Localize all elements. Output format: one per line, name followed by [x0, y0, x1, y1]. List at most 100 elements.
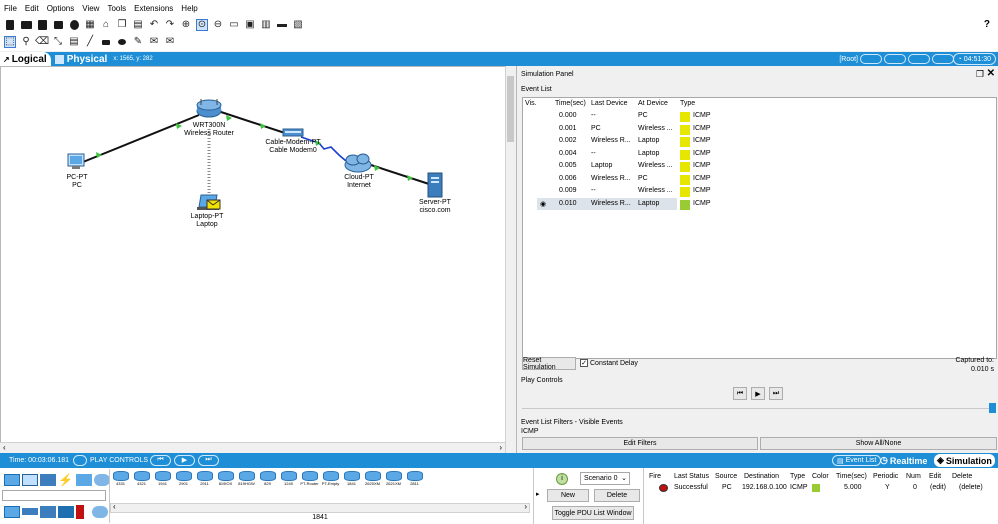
model-819hgw[interactable]: 819HGW	[237, 471, 256, 489]
speed-slider-track[interactable]	[522, 408, 995, 409]
logical-workspace[interactable]: WRT300N Wireless Router Cable-Modem-PT Cab…	[0, 66, 516, 453]
open-folder-icon[interactable]	[20, 19, 32, 31]
drawing-palette-icon[interactable]: ▭	[228, 19, 240, 31]
subcategory-routers-icon[interactable]	[4, 506, 20, 518]
power-cycle-icon[interactable]	[73, 455, 87, 466]
category-misc-icon[interactable]	[76, 474, 92, 486]
event-row[interactable]: 0.000 -- PC ICMP	[523, 110, 996, 122]
model-2901[interactable]: 2901	[174, 471, 193, 489]
freeform-icon[interactable]: ✎	[132, 36, 144, 48]
edit-filters-button[interactable]: Edit Filters	[522, 437, 758, 450]
event-row[interactable]: 0.006 Wireless R... PC ICMP	[523, 173, 996, 185]
event-row[interactable]: 0.009 -- Wireless ... ICMP	[523, 185, 996, 197]
model-2620xm[interactable]: 2620XM	[363, 471, 382, 489]
cloud-icon[interactable]	[344, 153, 372, 173]
activity-wizard-icon[interactable]: ⌂	[100, 19, 112, 31]
custom-devices-icon[interactable]: ▦	[84, 19, 96, 31]
model-pt-router[interactable]: PT-Router	[300, 471, 319, 489]
model-1240[interactable]: 1240	[279, 471, 298, 489]
add-simple-pdu-icon[interactable]: ✉	[148, 36, 160, 48]
event-row[interactable]: 0.005 Laptop Wireless ... ICMP	[523, 160, 996, 172]
model-scroll-right-icon[interactable]: ›	[524, 502, 527, 511]
server-icon[interactable]	[427, 172, 443, 198]
model-1941[interactable]: 1941	[153, 471, 172, 489]
event-row[interactable]: 0.001 PC Wireless ... ICMP	[523, 123, 996, 135]
simulation-mode-button[interactable]: ◈ Simulation	[934, 454, 995, 467]
select-tool-icon[interactable]: ⬚	[4, 36, 16, 48]
subcategory-wan-emulation-icon[interactable]	[92, 506, 108, 518]
event-row[interactable]: 0.004 -- Laptop ICMP	[523, 148, 996, 160]
delete-scenario-button[interactable]: Delete	[594, 489, 640, 502]
expand-scenario-icon[interactable]: ▸	[536, 490, 540, 498]
menu-edit[interactable]: Edit	[25, 4, 39, 13]
model-2911[interactable]: 2911	[195, 471, 214, 489]
menu-view[interactable]: View	[82, 4, 99, 13]
inspect-icon[interactable]: ⚲	[20, 36, 32, 48]
category-end-devices-icon[interactable]	[22, 474, 38, 486]
scenario-info-icon[interactable]: i	[556, 473, 568, 485]
tab-physical[interactable]: Physical	[51, 52, 112, 66]
wireless-router-icon[interactable]	[196, 99, 222, 118]
model-pt-empty[interactable]: PT-Empty	[321, 471, 340, 489]
model-scroll-left-icon[interactable]: ‹	[113, 502, 116, 511]
pdu-row[interactable]: Successful PC 192.168.0.100 ICMP 5.000 Y…	[644, 483, 998, 494]
model-4331[interactable]: 4331	[111, 471, 130, 489]
help-icon[interactable]: ?	[984, 19, 990, 30]
model-4321[interactable]: 4321	[132, 471, 151, 489]
realtime-mode-button[interactable]: ◷ Realtime	[880, 455, 927, 466]
scenario-select[interactable]: Scenario 0 ⌄	[580, 472, 630, 485]
pdu-icon[interactable]: ▬	[276, 19, 288, 31]
draw-ellipse-icon[interactable]	[116, 36, 128, 48]
new-scenario-button[interactable]: New	[547, 489, 589, 502]
screenshot-icon[interactable]: ▧	[292, 19, 304, 31]
category-components-icon[interactable]	[40, 474, 56, 486]
undock-icon[interactable]: ❐	[976, 69, 984, 80]
save-icon[interactable]	[36, 19, 48, 31]
undo-icon[interactable]: ↶	[148, 19, 160, 31]
workspace-vertical-scroll-thumb[interactable]	[507, 76, 514, 142]
draw-rectangle-icon[interactable]	[100, 36, 112, 48]
custom-device-dialog-icon[interactable]: ▣	[244, 19, 256, 31]
bottom-step-back-button[interactable]: ⏮	[150, 455, 171, 466]
menu-options[interactable]: Options	[47, 4, 75, 13]
root-breadcrumb[interactable]: [Root]	[839, 56, 858, 63]
copy-icon[interactable]: ❐	[116, 19, 128, 31]
fire-pdu-icon[interactable]	[659, 484, 668, 492]
model-829[interactable]: 829	[258, 471, 277, 489]
place-note-icon[interactable]: ▤	[68, 36, 80, 48]
zoom-reset-icon[interactable]: ⊙	[196, 18, 208, 31]
paste-icon[interactable]: ▤	[132, 19, 144, 31]
move-object-button[interactable]	[884, 54, 906, 64]
new-cluster-button[interactable]	[860, 54, 882, 64]
subcategory-hubs-icon[interactable]	[40, 506, 56, 518]
speed-slider-handle[interactable]	[989, 403, 996, 413]
menu-extensions[interactable]: Extensions	[134, 4, 173, 13]
category-network-devices-icon[interactable]	[4, 474, 20, 486]
subcategory-switches-icon[interactable]	[22, 508, 38, 515]
close-icon[interactable]: ✕	[987, 68, 995, 79]
menu-file[interactable]: File	[4, 4, 17, 13]
step-back-button[interactable]: ⏮	[733, 387, 747, 400]
toggle-pdu-list-button[interactable]: Toggle PDU List Window	[552, 506, 634, 520]
event-row[interactable]: ◉ 0.010 Wireless R... Laptop ICMP	[523, 197, 996, 210]
pdu-edit-link[interactable]: (edit)	[930, 484, 946, 491]
new-file-icon[interactable]	[4, 19, 16, 31]
draw-line-icon[interactable]: ╱	[84, 36, 96, 48]
laptop-icon[interactable]	[197, 194, 221, 210]
workspace-horizontal-scrollbar[interactable]: ‹ ›	[0, 442, 505, 453]
category-connections-icon[interactable]: ⚡	[58, 474, 74, 486]
model-2811[interactable]: 2811	[405, 471, 424, 489]
zoom-in-icon[interactable]: ⊕	[180, 19, 192, 31]
pdu-delete-link[interactable]: (delete)	[959, 484, 983, 491]
reset-simulation-button[interactable]: Reset Simulation	[522, 357, 576, 371]
menu-tools[interactable]: Tools	[107, 4, 126, 13]
bottom-step-forward-button[interactable]: ⏭	[198, 455, 219, 466]
model-819iox[interactable]: 819IOX	[216, 471, 235, 489]
show-all-none-button[interactable]: Show All/None	[760, 437, 997, 450]
scroll-left-icon[interactable]: ‹	[3, 443, 6, 452]
menu-help[interactable]: Help	[181, 4, 197, 13]
cable-modem-icon[interactable]	[282, 128, 304, 137]
bottom-play-button[interactable]: ▶	[174, 455, 195, 466]
viewport-button[interactable]	[932, 54, 954, 64]
eye-icon[interactable]: ◉	[540, 200, 546, 208]
